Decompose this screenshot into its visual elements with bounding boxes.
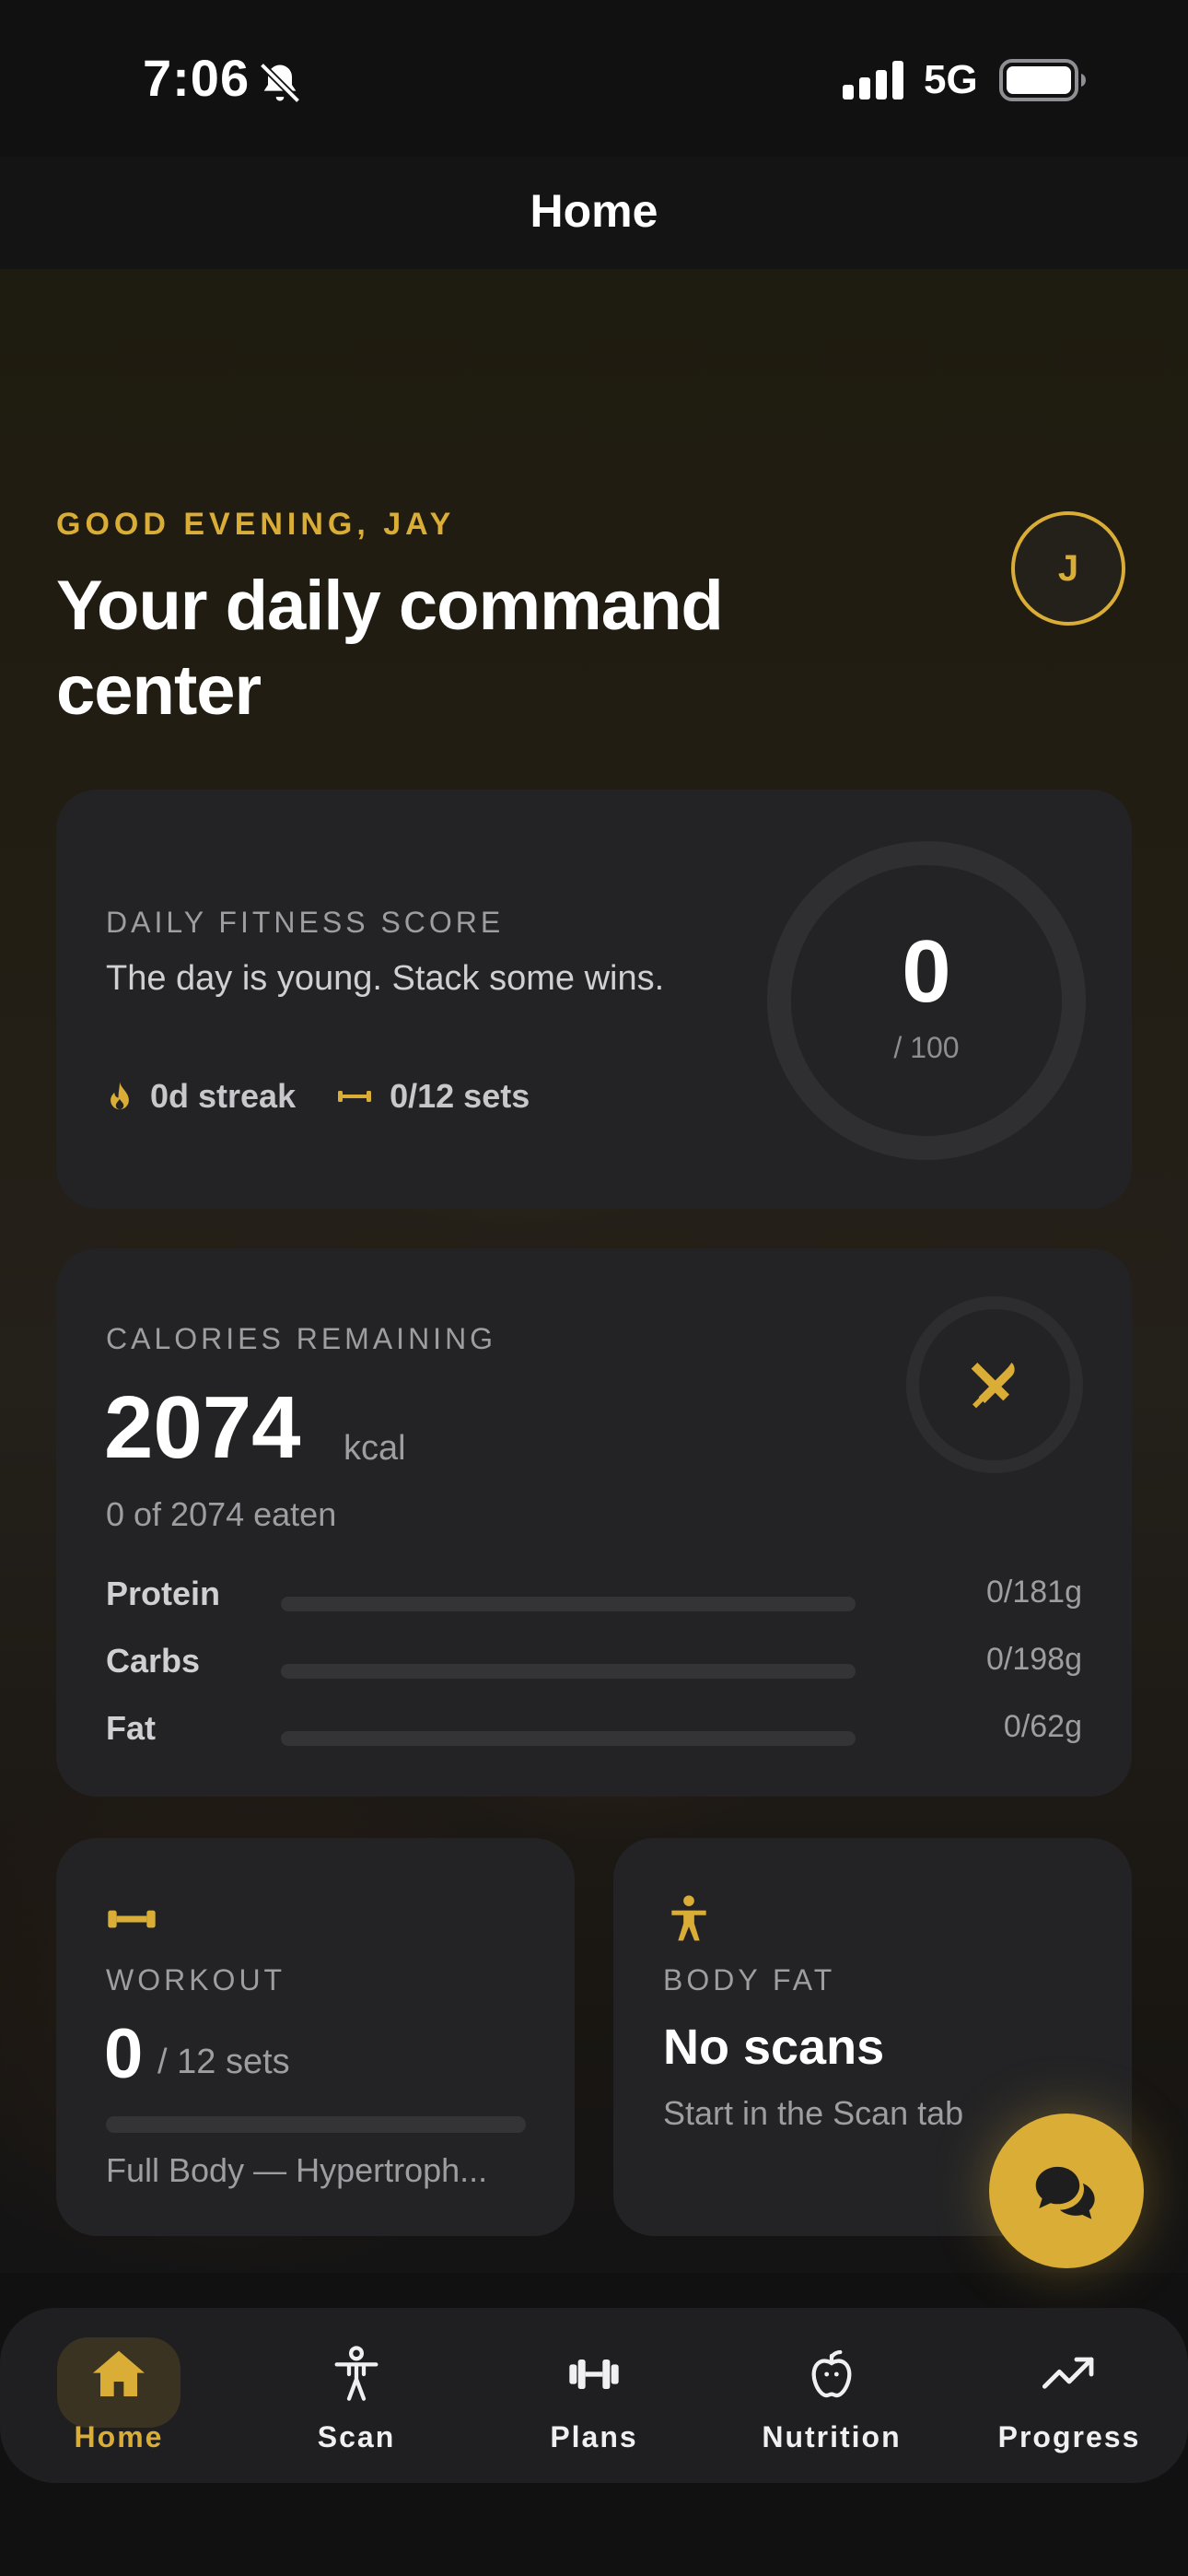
macro-row-fat: Fat 0/62g bbox=[106, 1704, 1082, 1759]
body-fat-value: No scans bbox=[663, 2020, 885, 2075]
calories-label: CALORIES REMAINING bbox=[106, 1322, 497, 1355]
calories-card[interactable]: CALORIES REMAINING 2074 kcal 0 of 2074 e… bbox=[56, 1248, 1132, 1797]
tab-label: Home bbox=[74, 2420, 164, 2453]
network-label: 5G bbox=[924, 57, 978, 102]
home-icon bbox=[93, 2350, 145, 2396]
tab-nutrition[interactable]: Nutrition bbox=[713, 2308, 950, 2483]
tab-label: Nutrition bbox=[762, 2420, 902, 2453]
person-icon bbox=[334, 2346, 379, 2401]
fitness-score-label: DAILY FITNESS SCORE bbox=[106, 906, 505, 939]
macro-bar bbox=[281, 1731, 856, 1746]
fitness-score-card[interactable]: DAILY FITNESS SCORE The day is young. St… bbox=[56, 790, 1132, 1209]
workout-label: WORKOUT bbox=[106, 1963, 286, 1996]
workout-plan: Full Body — Hypertroph... bbox=[106, 2151, 488, 2189]
battery-icon bbox=[999, 59, 1086, 101]
macro-name: Carbs bbox=[106, 1642, 201, 1680]
utensils-icon bbox=[971, 1363, 1015, 1409]
tab-plans[interactable]: Plans bbox=[475, 2308, 713, 2483]
utensils-ring bbox=[906, 1296, 1083, 1473]
greeting: GOOD EVENING, JAY bbox=[56, 507, 456, 542]
fitness-score-description: The day is young. Stack some wins. bbox=[106, 959, 665, 998]
macro-amount: 0/198g bbox=[986, 1642, 1082, 1677]
status-bar: 7:06 5G bbox=[0, 0, 1188, 157]
trend-icon bbox=[1042, 2357, 1094, 2389]
chat-button[interactable] bbox=[989, 2113, 1144, 2268]
macro-row-carbs: Carbs 0/198g bbox=[106, 1636, 1082, 1692]
nav-header: Home bbox=[0, 157, 1188, 269]
workout-card[interactable]: WORKOUT 0 / 12 sets Full Body — Hypertro… bbox=[56, 1838, 575, 2236]
tab-label: Plans bbox=[550, 2420, 638, 2453]
macro-amount: 0/181g bbox=[986, 1575, 1082, 1610]
score-max: / 100 bbox=[893, 1031, 960, 1064]
body-fat-subtitle: Start in the Scan tab bbox=[663, 2094, 964, 2132]
person-icon bbox=[671, 1895, 706, 1941]
chat-bubbles-icon bbox=[1035, 2166, 1095, 2219]
macro-bar bbox=[281, 1664, 856, 1679]
calories-unit: kcal bbox=[344, 1429, 406, 1468]
workout-total: / 12 sets bbox=[157, 2043, 290, 2081]
page-title: Home bbox=[530, 185, 658, 237]
apple-icon bbox=[811, 2349, 852, 2398]
dumbbell-icon bbox=[108, 1910, 156, 1928]
calories-value: 2074 bbox=[104, 1378, 301, 1477]
tab-label: Progress bbox=[997, 2420, 1141, 2453]
macro-name: Fat bbox=[106, 1709, 156, 1747]
streak-text: 0d streak bbox=[150, 1077, 297, 1115]
macro-row-protein: Protein 0/181g bbox=[106, 1569, 1082, 1624]
macro-amount: 0/62g bbox=[1003, 1709, 1082, 1744]
dumbbell-icon bbox=[338, 1091, 372, 1102]
status-time: 7:06 bbox=[143, 49, 250, 107]
tab-scan[interactable]: Scan bbox=[238, 2308, 475, 2483]
workout-value: 0 bbox=[104, 2015, 144, 2093]
tab-label: Scan bbox=[317, 2420, 396, 2453]
avatar-initial: J bbox=[1057, 547, 1079, 589]
score-value: 0 bbox=[902, 922, 951, 1021]
tab-bar: Home Scan Plans Nutrition Progress bbox=[0, 2308, 1188, 2483]
headline: Your daily command center bbox=[56, 567, 724, 730]
fitness-score-meta: 0d streak 0/12 sets bbox=[106, 1077, 530, 1116]
dumbbell-icon bbox=[569, 2359, 619, 2389]
avatar[interactable]: J bbox=[1011, 511, 1125, 626]
tab-progress[interactable]: Progress bbox=[950, 2308, 1188, 2483]
macro-name: Protein bbox=[106, 1575, 221, 1612]
bell-muted-icon bbox=[259, 62, 301, 104]
sets-text: 0/12 sets bbox=[390, 1077, 530, 1115]
calories-eaten: 0 of 2074 eaten bbox=[106, 1495, 337, 1533]
flame-icon bbox=[111, 1082, 129, 1110]
signal-icon bbox=[843, 61, 903, 100]
body-fat-label: BODY FAT bbox=[663, 1963, 836, 1996]
tab-home[interactable]: Home bbox=[0, 2308, 238, 2483]
workout-progress-bar bbox=[106, 2116, 526, 2133]
macro-bar bbox=[281, 1597, 856, 1611]
